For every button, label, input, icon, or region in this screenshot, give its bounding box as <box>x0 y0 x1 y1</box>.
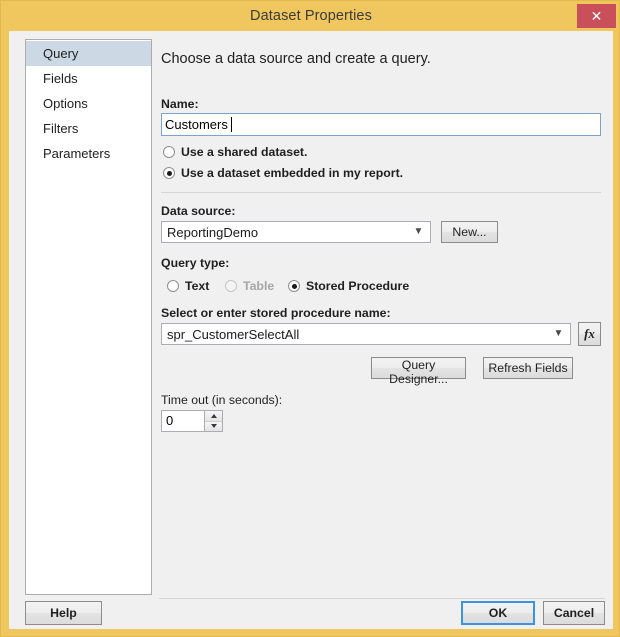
dataset-properties-dialog: Dataset Properties ✕ Query Fields Option… <box>0 0 620 637</box>
data-source-label: Data source: <box>161 204 236 218</box>
radio-circle-icon <box>288 280 300 292</box>
stored-procedure-value: spr_CustomerSelectAll <box>167 326 300 342</box>
stepper-down-icon[interactable] <box>205 421 222 431</box>
close-icon[interactable]: ✕ <box>577 4 616 28</box>
timeout-value[interactable]: 0 <box>162 411 204 431</box>
radio-query-type-text[interactable]: Text <box>167 279 209 293</box>
radio-circle-icon <box>163 167 175 179</box>
radio-label: Stored Procedure <box>306 279 410 293</box>
cancel-button[interactable]: Cancel <box>543 601 605 625</box>
radio-circle-icon <box>167 280 179 292</box>
radio-use-embedded-dataset[interactable]: Use a dataset embedded in my report. <box>163 166 403 180</box>
name-input[interactable] <box>161 113 601 136</box>
chevron-down-icon[interactable]: ▼ <box>410 227 430 237</box>
radio-use-shared-dataset[interactable]: Use a shared dataset. <box>163 145 307 159</box>
section-divider <box>161 192 601 193</box>
new-data-source-button[interactable]: New... <box>441 221 498 243</box>
query-designer-button[interactable]: Query Designer... <box>371 357 466 386</box>
settings-nav-list[interactable]: Query Fields Options Filters Parameters <box>25 39 152 595</box>
sidebar-item-parameters[interactable]: Parameters <box>26 141 151 166</box>
radio-label: Text <box>185 279 210 293</box>
radio-label: Use a shared dataset. <box>181 145 308 159</box>
stepper-up-icon[interactable] <box>205 411 222 422</box>
stored-procedure-label: Select or enter stored procedure name: <box>161 306 391 320</box>
radio-circle-icon <box>163 146 175 158</box>
text-caret <box>231 117 232 132</box>
query-type-label: Query type: <box>161 256 230 270</box>
sidebar-item-query[interactable]: Query <box>26 41 151 66</box>
name-label: Name: <box>161 97 199 111</box>
ok-button[interactable]: OK <box>461 601 535 625</box>
dialog-body: Query Fields Options Filters Parameters … <box>9 31 613 629</box>
radio-query-type-table: Table <box>225 279 274 293</box>
pane-heading: Choose a data source and create a query. <box>161 51 431 67</box>
sidebar-item-filters[interactable]: Filters <box>26 116 151 141</box>
radio-circle-icon <box>225 280 237 292</box>
stepper-buttons[interactable] <box>204 411 222 431</box>
radio-label: Table <box>243 279 275 293</box>
data-source-value: ReportingDemo <box>167 224 259 240</box>
data-source-combo[interactable]: ReportingDemo ▼ <box>161 221 431 243</box>
help-button[interactable]: Help <box>25 601 102 625</box>
expression-fx-button[interactable]: fx <box>578 322 601 346</box>
chevron-down-icon[interactable]: ▼ <box>550 329 570 339</box>
sidebar-item-options[interactable]: Options <box>26 91 151 116</box>
timeout-stepper[interactable]: 0 <box>161 410 223 432</box>
query-pane: Choose a data source and create a query.… <box>153 39 605 595</box>
footer-divider <box>159 598 605 599</box>
radio-label: Use a dataset embedded in my report. <box>181 166 404 180</box>
page-title: Dataset Properties <box>250 8 372 24</box>
sidebar-item-fields[interactable]: Fields <box>26 66 151 91</box>
refresh-fields-button[interactable]: Refresh Fields <box>483 357 573 379</box>
stored-procedure-combo[interactable]: spr_CustomerSelectAll ▼ <box>161 323 571 345</box>
title-bar: Dataset Properties ✕ <box>1 1 619 31</box>
timeout-label: Time out (in seconds): <box>161 393 283 407</box>
radio-query-type-stored-procedure[interactable]: Stored Procedure <box>288 279 409 293</box>
